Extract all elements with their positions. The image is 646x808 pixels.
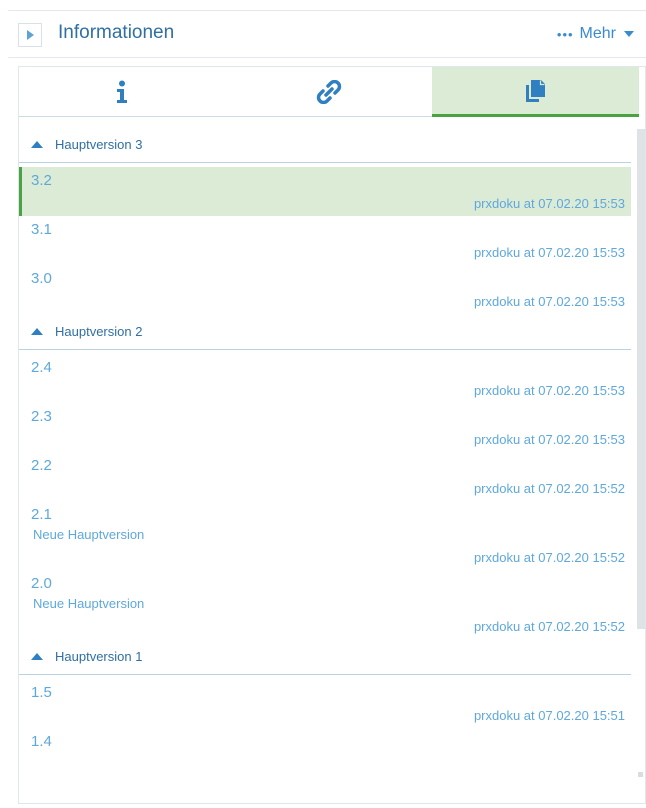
group-title: Hauptversion 2 [55, 324, 143, 339]
version-comment: Neue Hauptversion [33, 527, 145, 542]
group-header[interactable]: Hauptversion 1 [19, 639, 631, 675]
version-author-date: prxdoku at 07.02.20 15:53 [473, 245, 625, 260]
info-icon [117, 80, 128, 103]
copy-documents-icon [526, 79, 546, 102]
version-author-date: prxdoku at 07.02.20 15:51 [473, 708, 625, 723]
triangle-right-icon [26, 30, 34, 40]
chevron-down-icon [624, 31, 634, 37]
version-item[interactable]: 2.4 prxdoku at 07.02.20 15:53 [19, 354, 631, 403]
link-icon [316, 79, 342, 104]
version-author-date: prxdoku at 07.02.20 15:53 [473, 196, 625, 211]
more-menu-button[interactable]: ••• Mehr [557, 25, 634, 43]
tab-versions[interactable] [432, 67, 639, 117]
version-author-date: prxdoku at 07.02.20 15:53 [473, 383, 625, 398]
version-number: 2.2 [31, 457, 52, 474]
tab-bar [19, 67, 639, 119]
version-item[interactable]: 2.2 prxdoku at 07.02.20 15:52 [19, 452, 631, 501]
version-number: 3.2 [31, 172, 52, 189]
version-number: 1.4 [31, 733, 52, 750]
collapse-up-icon [31, 141, 43, 148]
group-title: Hauptversion 1 [55, 649, 143, 664]
version-author-date: prxdoku at 07.02.20 15:53 [473, 432, 625, 447]
version-number: 3.1 [31, 221, 52, 238]
collapse-up-icon [31, 328, 43, 335]
version-author-date: prxdoku at 07.02.20 15:52 [473, 550, 625, 565]
version-item[interactable]: 1.5 prxdoku at 07.02.20 15:51 [19, 679, 631, 728]
version-item[interactable]: 2.3 prxdoku at 07.02.20 15:53 [19, 403, 631, 452]
panel-header: Informationen ••• Mehr [8, 10, 646, 58]
ellipsis-icon: ••• [556, 26, 574, 42]
version-item[interactable]: 3.0 prxdoku at 07.02.20 15:53 [19, 265, 631, 314]
tab-links[interactable] [225, 67, 433, 117]
version-comment: Neue Hauptversion [33, 596, 145, 611]
version-item[interactable]: 2.0 Neue Hauptversion prxdoku at 07.02.20 … [19, 570, 631, 639]
versions-panel: Hauptversion 3 3.2 prxdoku at 07.02.20 15:… [18, 66, 646, 804]
version-number: 3.0 [31, 270, 52, 287]
group-header[interactable]: Hauptversion 2 [19, 314, 631, 350]
more-label: Mehr [579, 25, 616, 42]
version-number: 2.0 [31, 575, 52, 592]
version-item[interactable]: 1.4 [19, 728, 631, 777]
tab-info[interactable] [19, 67, 226, 117]
version-number: 2.1 [31, 506, 52, 523]
versions-list: Hauptversion 3 3.2 prxdoku at 07.02.20 15:… [19, 127, 631, 777]
version-number: 1.5 [31, 684, 52, 701]
collapse-up-icon [31, 653, 43, 660]
group-header[interactable]: Hauptversion 3 [19, 127, 631, 163]
version-number: 2.3 [31, 408, 52, 425]
version-author-date: prxdoku at 07.02.20 15:52 [473, 619, 625, 634]
scrollbar-end-marker [638, 772, 643, 777]
version-author-date: prxdoku at 07.02.20 15:52 [473, 481, 625, 496]
version-author-date: prxdoku at 07.02.20 15:53 [473, 294, 625, 309]
panel-title: Informationen [58, 22, 175, 43]
version-item[interactable]: 2.1 Neue Hauptversion prxdoku at 07.02.20 … [19, 501, 631, 570]
version-item[interactable]: 3.2 prxdoku at 07.02.20 15:53 [19, 167, 631, 216]
group-title: Hauptversion 3 [55, 137, 143, 152]
expand-panel-button[interactable] [18, 23, 42, 47]
version-number: 2.4 [31, 359, 52, 376]
version-item[interactable]: 3.1 prxdoku at 07.02.20 15:53 [19, 216, 631, 265]
vertical-scrollbar[interactable] [637, 129, 645, 629]
